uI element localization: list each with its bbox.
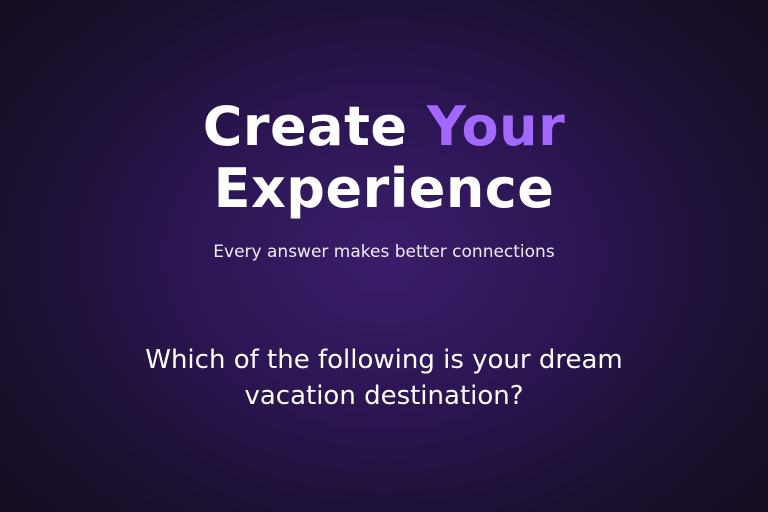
quiz-question: Which of the following is your dream vac… [145, 345, 623, 411]
page-title: Create Your Experience [0, 96, 768, 220]
title-accent-your: Your [426, 95, 566, 158]
title-create: Create [202, 95, 408, 158]
page-subtitle: Every answer makes better connections [213, 242, 555, 262]
onboarding-screen: Create Your Experience Every answer make… [0, 0, 768, 512]
title-experience: Experience [213, 157, 555, 220]
